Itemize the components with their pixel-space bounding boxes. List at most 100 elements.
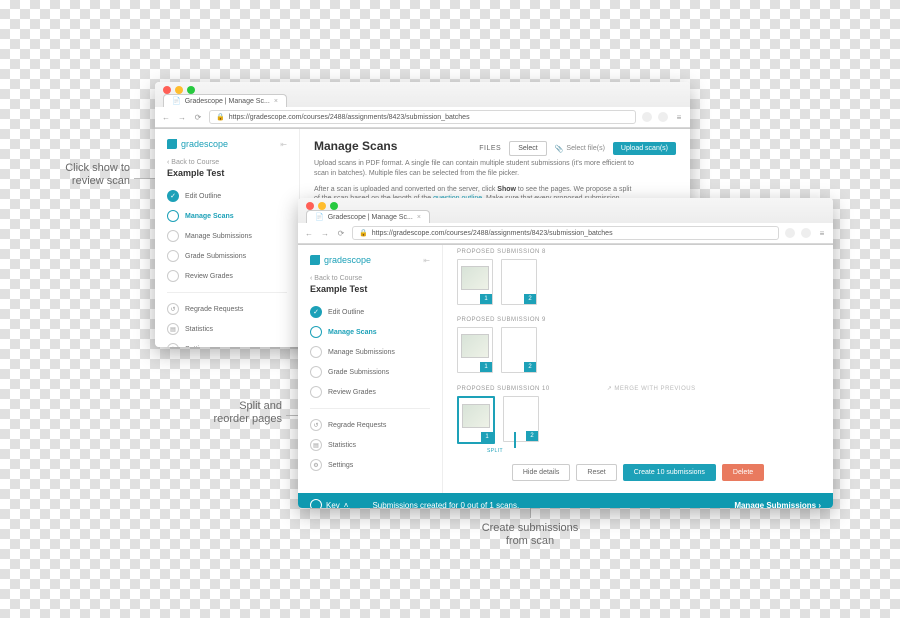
browser-chrome: 📄 Gradescope | Manage Sc... × ← → ⟳ 🔒 ht… <box>298 198 833 245</box>
collapse-icon[interactable]: ⇤ <box>280 140 287 149</box>
nav-review-grades[interactable]: Review Grades <box>310 382 430 402</box>
description-1: Upload scans in PDF format. A single fil… <box>314 159 634 179</box>
annotation-create: Create submissionsfrom scan <box>450 522 610 548</box>
nav-edit-outline[interactable]: Edit Outline <box>310 302 430 322</box>
upload-button[interactable]: Upload scan(s) <box>613 142 676 155</box>
nav-manage-scans[interactable]: Manage Scans <box>310 322 430 342</box>
close-icon[interactable] <box>163 86 171 94</box>
step-icon <box>167 230 179 242</box>
page-thumbnail[interactable]: 1 <box>457 259 493 305</box>
logo[interactable]: gradescope ⇤ <box>167 139 287 149</box>
reload-icon[interactable]: ⟳ <box>193 113 203 122</box>
lock-icon: 🔒 <box>359 229 368 237</box>
url-text: https://gradescope.com/courses/2488/assi… <box>372 230 613 237</box>
minimize-icon[interactable] <box>318 202 326 210</box>
submission-label: PROPOSED SUBMISSION 8 <box>457 249 546 255</box>
nav-manage-submissions[interactable]: Manage Submissions <box>167 226 287 246</box>
nav-grade-submissions[interactable]: Grade Submissions <box>310 362 430 382</box>
regrade-icon: ↺ <box>310 419 322 431</box>
tab-close-icon[interactable]: × <box>274 98 278 105</box>
minimize-icon[interactable] <box>175 86 183 94</box>
lock-icon: 🔒 <box>216 113 225 121</box>
back-arrow-icon[interactable]: ← <box>161 113 171 122</box>
hide-details-button[interactable]: Hide details <box>512 464 571 481</box>
footer-bar: Kev ˄ Submissions created for 0 out of 1… <box>298 493 833 508</box>
check-icon <box>167 190 179 202</box>
nav-manage-scans[interactable]: Manage Scans <box>167 206 287 226</box>
nav-settings[interactable]: ⚙Settings <box>167 339 287 347</box>
back-arrow-icon[interactable]: ← <box>304 229 314 238</box>
extension-icon[interactable] <box>642 112 652 122</box>
check-icon <box>310 306 322 318</box>
fwd-arrow-icon[interactable]: → <box>177 113 187 122</box>
extension-icon[interactable] <box>785 228 795 238</box>
attach-icon: 📎 <box>555 145 564 153</box>
split-marker[interactable] <box>501 444 529 448</box>
files-heading: FILES <box>479 145 501 152</box>
create-submissions-button[interactable]: Create 10 submissions <box>623 464 716 481</box>
extension-icon[interactable] <box>801 228 811 238</box>
browser-tab[interactable]: 📄 Gradescope | Manage Sc... × <box>306 210 430 223</box>
back-to-course[interactable]: ‹ Back to Course <box>310 275 430 282</box>
tab-title: Gradescope | Manage Sc... <box>185 98 270 105</box>
merge-button[interactable]: ↗ MERGE WITH PREVIOUS <box>607 385 696 392</box>
page-thumbnail[interactable]: 2 <box>503 396 539 442</box>
address-bar[interactable]: 🔒 https://gradescope.com/courses/2488/as… <box>209 110 636 124</box>
close-icon[interactable] <box>306 202 314 210</box>
manage-submissions-button[interactable]: Manage Submissions › <box>734 501 821 509</box>
collapse-icon[interactable]: ⇤ <box>423 256 430 265</box>
sidebar: gradescope ⇤ ‹ Back to Course Example Te… <box>155 129 300 347</box>
browser-chrome: 📄 Gradescope | Manage Sc... × ← → ⟳ 🔒 ht… <box>155 82 690 129</box>
menu-icon[interactable]: ≡ <box>817 229 827 238</box>
nav-regrade[interactable]: ↺Regrade Requests <box>310 415 430 435</box>
step-icon <box>167 210 179 222</box>
nav-stats[interactable]: ▤Statistics <box>167 319 287 339</box>
nav-review-grades[interactable]: Review Grades <box>167 266 287 286</box>
file-picker[interactable]: 📎Select file(s) <box>555 145 605 153</box>
split-bar-icon <box>514 432 516 448</box>
reset-button[interactable]: Reset <box>576 464 616 481</box>
main-content: PROPOSED SUBMISSION 8 1 2 PROPOSED SUBMI… <box>443 245 833 493</box>
nav-manage-submissions[interactable]: Manage Submissions <box>310 342 430 362</box>
back-to-course[interactable]: ‹ Back to Course <box>167 159 287 166</box>
step-icon <box>310 326 322 338</box>
page-thumbnail-selected[interactable]: 1 <box>457 396 495 444</box>
delete-button[interactable]: Delete <box>722 464 764 481</box>
reload-icon[interactable]: ⟳ <box>336 229 346 238</box>
step-icon <box>167 270 179 282</box>
nav-grade-submissions[interactable]: Grade Submissions <box>167 246 287 266</box>
stats-icon: ▤ <box>167 323 179 335</box>
page-thumbnail[interactable]: 2 <box>501 259 537 305</box>
page-thumbnail[interactable]: 1 <box>457 327 493 373</box>
step-icon <box>310 386 322 398</box>
zoom-icon[interactable] <box>330 202 338 210</box>
gear-icon: ⚙ <box>310 459 322 471</box>
nav-regrade[interactable]: ↺Regrade Requests <box>167 299 287 319</box>
user-icon <box>310 499 322 508</box>
fwd-arrow-icon[interactable]: → <box>320 229 330 238</box>
select-button[interactable]: Select <box>509 141 546 156</box>
upload-controls: FILES Select 📎Select file(s) Upload scan… <box>479 141 676 156</box>
nav-stats[interactable]: ▤Statistics <box>310 435 430 455</box>
logo-text: gradescope <box>324 255 371 265</box>
proposed-submission-8: PROPOSED SUBMISSION 8 1 2 <box>457 249 819 305</box>
address-bar[interactable]: 🔒 https://gradescope.com/courses/2488/as… <box>352 226 779 240</box>
menu-icon[interactable]: ≡ <box>674 113 684 122</box>
page-thumbnail[interactable]: 2 <box>501 327 537 373</box>
nav-settings[interactable]: ⚙Settings <box>310 455 430 475</box>
gear-icon: ⚙ <box>167 343 179 347</box>
proposed-submission-9: PROPOSED SUBMISSION 9 1 2 <box>457 317 819 373</box>
browser-tab[interactable]: 📄 Gradescope | Manage Sc... × <box>163 94 287 107</box>
zoom-icon[interactable] <box>187 86 195 94</box>
browser-window-2: 📄 Gradescope | Manage Sc... × ← → ⟳ 🔒 ht… <box>298 198 833 508</box>
course-title: Example Test <box>167 168 287 178</box>
user-menu[interactable]: Kev ˄ <box>310 499 348 508</box>
stats-icon: ▤ <box>310 439 322 451</box>
extension-icon[interactable] <box>658 112 668 122</box>
submission-label: PROPOSED SUBMISSION 9 <box>457 317 546 323</box>
logo-text: gradescope <box>181 139 228 149</box>
logo[interactable]: gradescope ⇤ <box>310 255 430 265</box>
tab-close-icon[interactable]: × <box>417 214 421 221</box>
logo-mark-icon <box>167 139 177 149</box>
nav-edit-outline[interactable]: Edit Outline <box>167 186 287 206</box>
